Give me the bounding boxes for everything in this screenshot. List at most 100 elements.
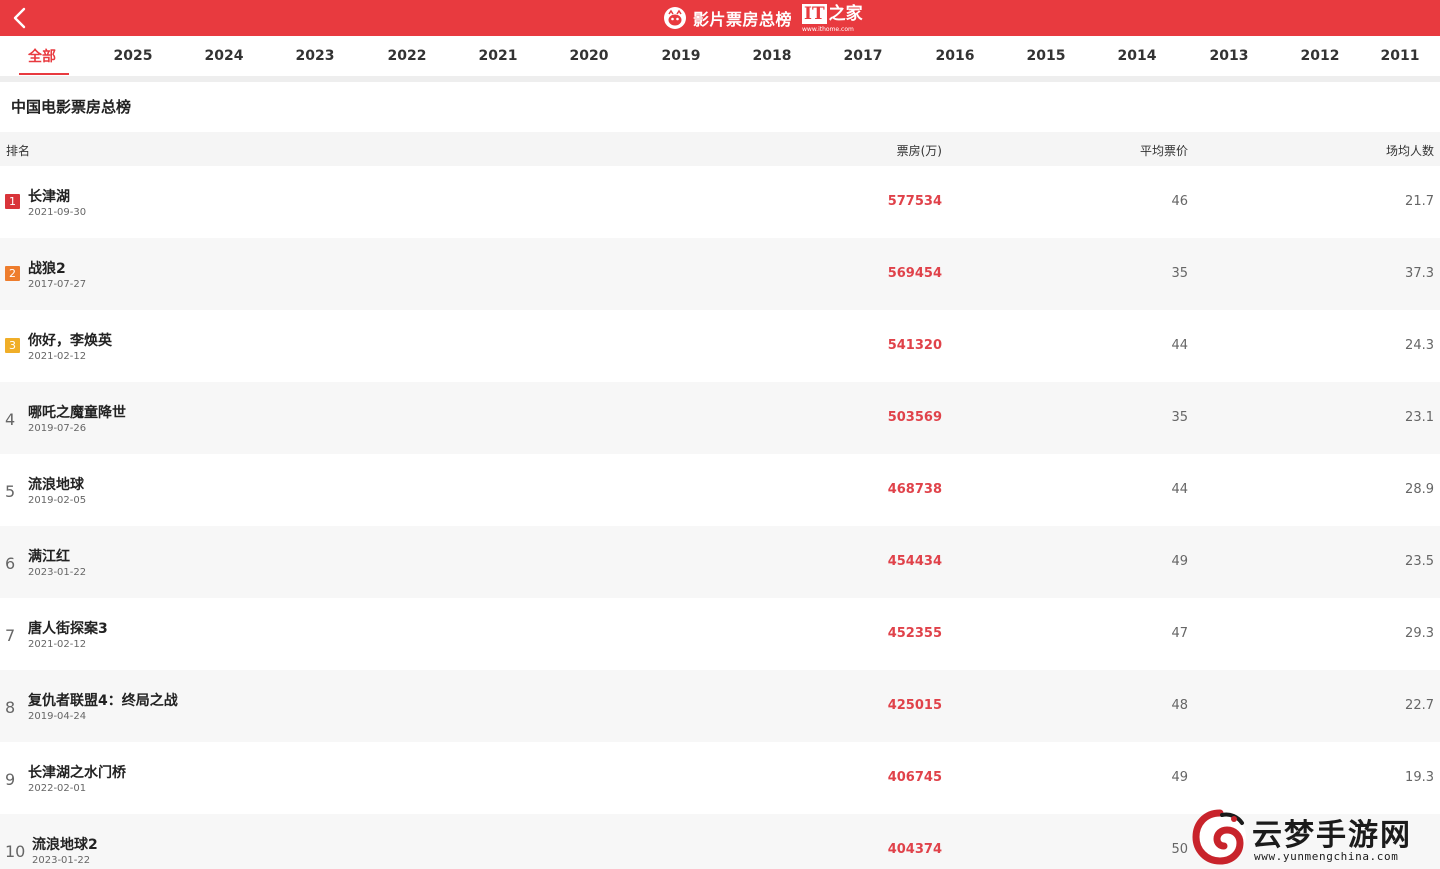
avg-price-value: 49 xyxy=(1171,770,1188,785)
tab-2019[interactable]: 2019 xyxy=(641,36,721,76)
avg-price-value: 35 xyxy=(1171,266,1188,281)
watermark-logo-icon xyxy=(1192,809,1246,865)
rank-number: 8 xyxy=(5,698,16,717)
table-row[interactable]: 9 长津湖之水门桥 2022-02-01 406745 49 19.3 xyxy=(0,742,1440,814)
rank-badge: 1 xyxy=(5,194,20,209)
table-row[interactable]: 5 流浪地球 2019-02-05 468738 44 28.9 xyxy=(0,454,1440,526)
tab-2021[interactable]: 2021 xyxy=(458,36,538,76)
rank-badge: 3 xyxy=(5,338,20,353)
avg-people-value: 24.3 xyxy=(1405,338,1434,353)
column-header-rank: 排名 xyxy=(6,144,31,158)
box-office-value: 454434 xyxy=(887,554,942,569)
avg-people-value: 19.3 xyxy=(1405,770,1434,785)
ithome-logo: IT 之家 www.ithome.com xyxy=(802,3,863,33)
movie-title: 长津湖 xyxy=(28,189,70,205)
chevron-left-icon xyxy=(13,7,26,29)
avg-price-value: 44 xyxy=(1171,482,1188,497)
tab-2018[interactable]: 2018 xyxy=(732,36,812,76)
avg-price-value: 46 xyxy=(1171,194,1188,209)
avg-people-value: 23.5 xyxy=(1405,554,1434,569)
tab-2012[interactable]: 2012 xyxy=(1280,36,1360,76)
watermark-text: 云梦手游网 xyxy=(1252,818,1412,853)
table-row[interactable]: 1 长津湖 2021-09-30 577534 46 21.7 xyxy=(0,166,1440,238)
box-office-value: 404374 xyxy=(887,842,942,857)
table-row[interactable]: 7 唐人街探案3 2021-02-12 452355 47 29.3 xyxy=(0,598,1440,670)
tab-2022[interactable]: 2022 xyxy=(367,36,447,76)
box-office-value: 468738 xyxy=(887,482,942,497)
movie-title: 流浪地球2 xyxy=(32,837,98,853)
column-header-box-office[interactable]: 票房(万) xyxy=(897,142,942,159)
release-date: 2022-02-01 xyxy=(28,783,87,794)
avg-price-value: 44 xyxy=(1171,338,1188,353)
release-date: 2019-07-26 xyxy=(28,423,87,434)
tab-2017[interactable]: 2017 xyxy=(823,36,903,76)
rank-number: 6 xyxy=(5,554,16,573)
list-title: 中国电影票房总榜 xyxy=(11,98,132,116)
ithome-logo-cn: 之家 xyxy=(828,4,863,24)
avg-people-value: 22.7 xyxy=(1405,698,1434,713)
header-brand: 影片票房总榜 IT 之家 www.ithome.com xyxy=(663,2,863,34)
rank-number: 9 xyxy=(5,770,16,789)
movie-title: 流浪地球 xyxy=(28,477,84,493)
avg-price-value: 50 xyxy=(1171,842,1188,857)
release-date: 2021-02-12 xyxy=(28,351,87,362)
table-row[interactable]: 3 你好，李焕英 2021-02-12 541320 44 24.3 xyxy=(0,310,1440,382)
avg-price-value: 47 xyxy=(1171,626,1188,641)
tab-all[interactable]: 全部 xyxy=(2,36,82,76)
box-office-value: 425015 xyxy=(887,698,942,713)
tab-2025[interactable]: 2025 xyxy=(93,36,173,76)
avg-people-value: 28.9 xyxy=(1405,482,1434,497)
box-office-value: 569454 xyxy=(887,266,942,281)
site-watermark: 云梦手游网 www.yunmengchina.com xyxy=(1192,806,1440,869)
tabs-divider xyxy=(0,76,1440,82)
rank-number: 7 xyxy=(5,626,16,645)
movie-title: 唐人街探案3 xyxy=(28,621,108,637)
rank-badge: 2 xyxy=(5,266,20,281)
release-date: 2019-02-05 xyxy=(28,495,87,506)
tab-2024[interactable]: 2024 xyxy=(184,36,264,76)
tab-2020[interactable]: 2020 xyxy=(549,36,629,76)
tab-2016[interactable]: 2016 xyxy=(915,36,995,76)
box-office-value: 406745 xyxy=(887,770,942,785)
table-header: 排名 票房(万) 平均票价 场均人数 xyxy=(0,132,1440,166)
cat-logo-icon xyxy=(664,7,686,29)
avg-price-value: 49 xyxy=(1171,554,1188,569)
watermark-url: www.yunmengchina.com xyxy=(1254,850,1399,863)
movie-title: 战狼2 xyxy=(28,261,66,277)
column-header-avg-price[interactable]: 平均票价 xyxy=(1140,142,1188,159)
table-row[interactable]: 4 哪吒之魔童降世 2019-07-26 503569 35 23.1 xyxy=(0,382,1440,454)
rank-number: 4 xyxy=(5,410,16,429)
tab-2011[interactable]: 2011 xyxy=(1360,36,1440,76)
rank-number: 10 xyxy=(5,842,26,861)
avg-price-value: 48 xyxy=(1171,698,1188,713)
table-row[interactable]: 2 战狼2 2017-07-27 569454 35 37.3 xyxy=(0,238,1440,310)
avg-people-value: 21.7 xyxy=(1405,194,1434,209)
avg-people-value: 23.1 xyxy=(1405,410,1434,425)
tab-2023[interactable]: 2023 xyxy=(275,36,355,76)
release-date: 2021-09-30 xyxy=(28,207,87,218)
tab-2013[interactable]: 2013 xyxy=(1189,36,1269,76)
rank-number: 5 xyxy=(5,482,16,501)
tab-2015[interactable]: 2015 xyxy=(1006,36,1086,76)
box-office-value: 541320 xyxy=(887,338,942,353)
movie-title: 满江红 xyxy=(28,549,70,565)
release-date: 2017-07-27 xyxy=(28,279,87,290)
movie-title: 哪吒之魔童降世 xyxy=(28,405,126,421)
table-row[interactable]: 8 复仇者联盟4：终局之战 2019-04-24 425015 48 22.7 xyxy=(0,670,1440,742)
ithome-logo-url: www.ithome.com xyxy=(802,26,854,33)
year-tabs: 全部 2025 2024 2023 2022 2021 2020 2019 20… xyxy=(0,36,1440,76)
top-header: 影片票房总榜 IT 之家 www.ithome.com xyxy=(0,0,1440,36)
avg-price-value: 35 xyxy=(1171,410,1188,425)
avg-people-value: 29.3 xyxy=(1405,626,1434,641)
movie-title: 复仇者联盟4：终局之战 xyxy=(28,693,178,709)
column-header-avg-people[interactable]: 场均人数 xyxy=(1386,142,1434,159)
release-date: 2023-01-22 xyxy=(32,855,91,866)
movie-title: 长津湖之水门桥 xyxy=(28,765,126,781)
ranking-list: 1 长津湖 2021-09-30 577534 46 21.7 2 战狼2 20… xyxy=(0,166,1440,869)
back-button[interactable] xyxy=(6,4,34,32)
box-office-value: 452355 xyxy=(887,626,942,641)
tab-2014[interactable]: 2014 xyxy=(1097,36,1177,76)
release-date: 2023-01-22 xyxy=(28,567,87,578)
table-row[interactable]: 6 满江红 2023-01-22 454434 49 23.5 xyxy=(0,526,1440,598)
box-office-value: 503569 xyxy=(887,410,942,425)
